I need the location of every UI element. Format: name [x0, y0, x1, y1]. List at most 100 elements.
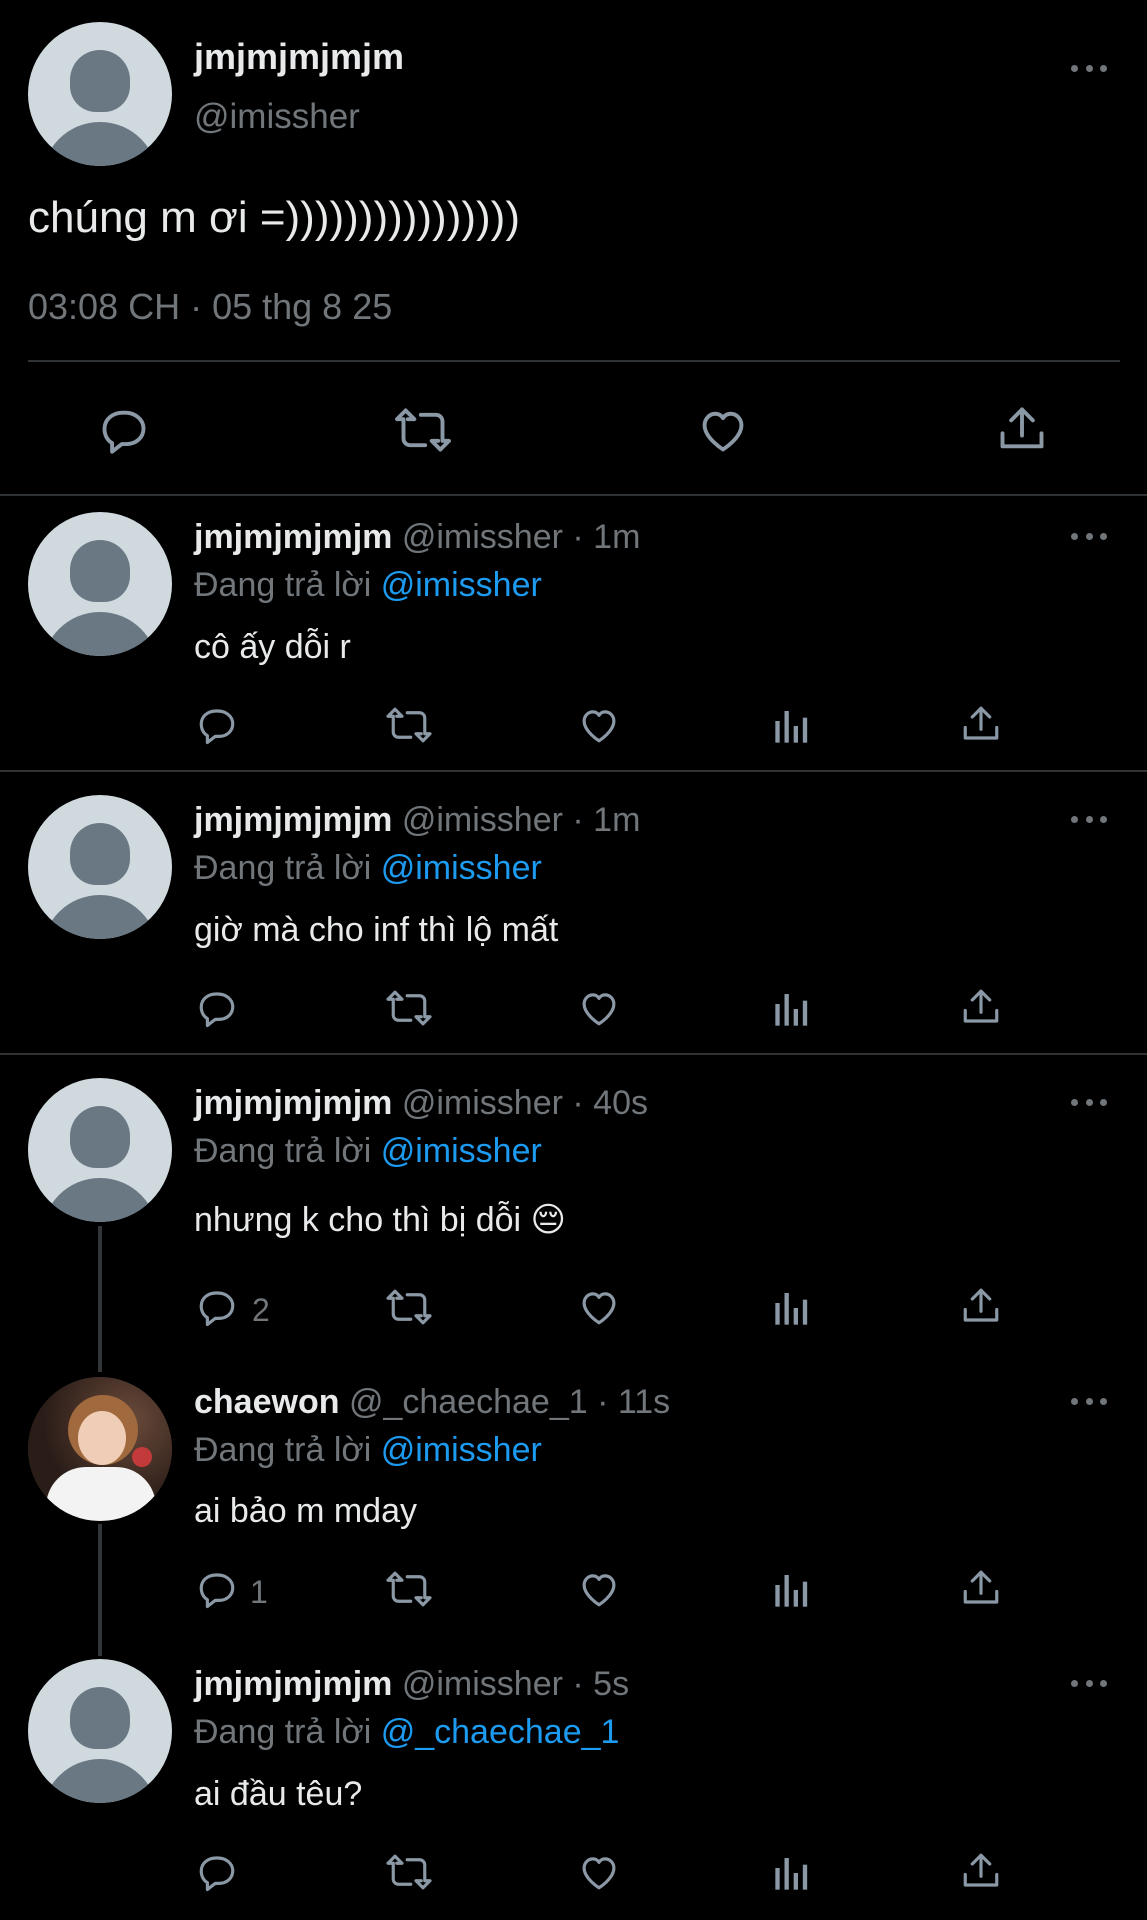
replying-to: Đang trả lời @imissher	[194, 1132, 542, 1171]
timestamp: · 1m	[572, 518, 641, 556]
replying-to: Đang trả lời @imissher	[194, 1431, 542, 1470]
reply-text: giờ mà cho inf thì lộ mất	[194, 911, 559, 949]
reply-icon[interactable]	[196, 987, 238, 1029]
reply-icon[interactable]	[196, 1568, 238, 1610]
replying-to: Đang trả lời @_chaechae_1	[194, 1713, 619, 1752]
reply-icon[interactable]	[196, 1851, 238, 1893]
replying-to-label: Đang trả lời	[194, 1132, 372, 1170]
share-icon[interactable]	[960, 1284, 1002, 1328]
like-icon[interactable]	[577, 987, 621, 1029]
avatar-head	[70, 823, 130, 885]
more-icon[interactable]	[1071, 816, 1107, 826]
like-icon[interactable]	[577, 1851, 621, 1893]
views-icon[interactable]	[772, 1570, 812, 1610]
avatar[interactable]	[28, 512, 172, 656]
replying-to: Đang trả lời @imissher	[194, 566, 542, 605]
avatar-head	[70, 540, 130, 602]
avatar-head	[70, 1106, 130, 1168]
reply-icon[interactable]	[98, 404, 150, 456]
reply-count: 2	[252, 1292, 270, 1328]
share-icon[interactable]	[960, 702, 1002, 746]
reply-text: cô ấy dỗi r	[194, 628, 351, 666]
like-icon[interactable]	[696, 404, 750, 456]
timestamp: · 5s	[572, 1665, 630, 1703]
retweet-icon[interactable]	[384, 704, 434, 746]
replying-to-label: Đang trả lời	[194, 566, 372, 604]
reply-header: jmjmjmjmjm @imissher · 40s	[194, 1084, 648, 1123]
more-icon[interactable]	[1071, 533, 1107, 543]
avatar-body	[42, 612, 158, 656]
timestamp: · 1m	[572, 801, 641, 839]
display-name[interactable]: jmjmjmjmjm	[194, 801, 392, 839]
divider	[0, 770, 1147, 772]
reply-text: ai bảo m mday	[194, 1492, 417, 1530]
reply-to-handle[interactable]: @imissher	[381, 1431, 542, 1469]
avatar-head	[70, 1687, 130, 1749]
handle[interactable]: @imissher	[402, 1665, 563, 1703]
handle[interactable]: @imissher	[194, 97, 360, 137]
reply-header: jmjmjmjmjm @imissher · 1m	[194, 801, 640, 840]
reply-icon[interactable]	[196, 1286, 238, 1328]
divider	[28, 360, 1120, 362]
reply-header: jmjmjmjmjm @imissher · 1m	[194, 518, 640, 557]
reply-text: ai đầu têu?	[194, 1775, 363, 1813]
avatar-body	[42, 895, 158, 939]
more-icon[interactable]	[1071, 65, 1107, 75]
handle[interactable]: @imissher	[402, 518, 563, 556]
timestamp: · 40s	[572, 1084, 648, 1122]
avatar-photo-shirt	[46, 1467, 156, 1521]
thread-line	[98, 1524, 102, 1656]
more-icon[interactable]	[1071, 1680, 1107, 1690]
avatar[interactable]	[28, 1659, 172, 1803]
reply-count: 1	[250, 1574, 268, 1610]
retweet-icon[interactable]	[384, 1286, 434, 1328]
views-icon[interactable]	[772, 1288, 812, 1328]
like-icon[interactable]	[577, 704, 621, 746]
share-icon[interactable]	[996, 402, 1048, 456]
display-name[interactable]: jmjmjmjmjm	[194, 1084, 392, 1122]
replying-to-label: Đang trả lời	[194, 1431, 372, 1469]
reply-header: jmjmjmjmjm @imissher · 5s	[194, 1665, 629, 1704]
more-icon[interactable]	[1071, 1099, 1107, 1109]
display-name[interactable]: jmjmjmjmjm	[194, 1665, 392, 1703]
reply-to-handle[interactable]: @imissher	[381, 1132, 542, 1170]
avatar[interactable]	[28, 1078, 172, 1222]
avatar[interactable]	[28, 22, 172, 166]
replying-to-label: Đang trả lời	[194, 1713, 372, 1751]
reply-icon[interactable]	[196, 704, 238, 746]
divider	[0, 1053, 1147, 1055]
handle[interactable]: @imissher	[402, 801, 563, 839]
retweet-icon[interactable]	[384, 987, 434, 1029]
replying-to-label: Đang trả lời	[194, 849, 372, 887]
display-name[interactable]: jmjmjmjmjm	[194, 36, 404, 78]
avatar-photo-flower	[132, 1447, 152, 1467]
avatar-head	[70, 50, 130, 112]
share-icon[interactable]	[960, 1849, 1002, 1893]
retweet-icon[interactable]	[384, 1568, 434, 1610]
views-icon[interactable]	[772, 706, 812, 746]
reply-header: chaewon @_chaechae_1 · 11s	[194, 1383, 670, 1422]
more-icon[interactable]	[1071, 1398, 1107, 1408]
retweet-icon[interactable]	[384, 1851, 434, 1893]
display-name[interactable]: chaewon	[194, 1383, 339, 1421]
reply-to-handle[interactable]: @_chaechae_1	[381, 1713, 620, 1751]
views-icon[interactable]	[772, 1853, 812, 1893]
tweet-timestamp: 03:08 CH · 05 thg 8 25	[28, 286, 393, 327]
like-icon[interactable]	[577, 1568, 621, 1610]
tweet-text: chúng m ơi =))))))))))))))))	[28, 193, 520, 242]
replying-to: Đang trả lời @imissher	[194, 849, 542, 888]
handle[interactable]: @_chaechae_1	[349, 1383, 588, 1421]
retweet-icon[interactable]	[392, 404, 454, 456]
timestamp: · 11s	[597, 1383, 671, 1421]
avatar[interactable]	[28, 1377, 172, 1521]
views-icon[interactable]	[772, 989, 812, 1029]
display-name[interactable]: jmjmjmjmjm	[194, 518, 392, 556]
like-icon[interactable]	[577, 1286, 621, 1328]
handle[interactable]: @imissher	[402, 1084, 563, 1122]
reply-to-handle[interactable]: @imissher	[381, 566, 542, 604]
avatar-body	[42, 1178, 158, 1222]
share-icon[interactable]	[960, 1566, 1002, 1610]
share-icon[interactable]	[960, 985, 1002, 1029]
reply-to-handle[interactable]: @imissher	[381, 849, 542, 887]
avatar[interactable]	[28, 795, 172, 939]
